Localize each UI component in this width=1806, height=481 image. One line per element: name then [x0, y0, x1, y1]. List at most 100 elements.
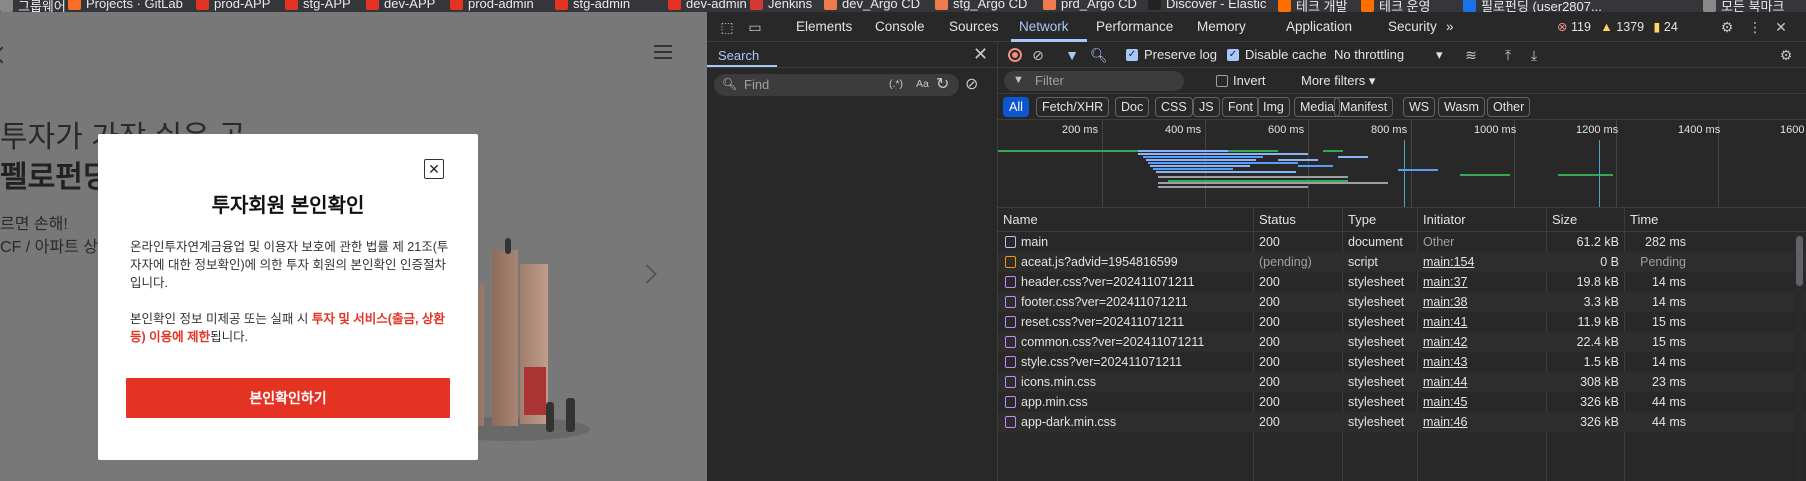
bookmark-item[interactable]: dev-admin: [668, 0, 747, 11]
cell-status: 200: [1259, 275, 1280, 289]
cell-initiator[interactable]: main:41: [1423, 315, 1547, 329]
search-network-icon[interactable]: 🔍︎: [1090, 47, 1108, 63]
search-tab[interactable]: Search: [718, 48, 759, 63]
tab-console[interactable]: Console: [875, 19, 925, 34]
refresh-icon[interactable]: ↻: [936, 74, 949, 94]
cell-initiator[interactable]: main:45: [1423, 395, 1547, 409]
filter-chip-css[interactable]: CSS: [1155, 97, 1193, 117]
filter-chip-img[interactable]: Img: [1257, 97, 1290, 117]
export-har-icon[interactable]: ⤓: [1526, 47, 1542, 63]
bookmark-item[interactable]: stg-APP: [285, 0, 351, 11]
tab-security[interactable]: Security: [1388, 19, 1437, 34]
cell-size: 61.2 kB: [1576, 235, 1619, 249]
record-icon[interactable]: [1008, 48, 1022, 62]
tab-memory[interactable]: Memory: [1197, 19, 1246, 34]
bookmark-item[interactable]: 테크 운영: [1361, 0, 1430, 12]
filter-input[interactable]: ▼ Filter: [1004, 71, 1184, 91]
more-tabs-icon[interactable]: »: [1446, 19, 1454, 34]
bookmark-item[interactable]: stg-admin: [555, 0, 630, 11]
filter-chip-font[interactable]: Font: [1222, 97, 1260, 117]
bookmark-item[interactable]: Discover - Elastic: [1148, 0, 1266, 11]
table-row[interactable]: header.css?ver=202411071211 200 stylesheet…: [998, 272, 1806, 292]
search-input[interactable]: 🔍︎ Find (.*) Aa: [714, 74, 959, 96]
bookmark-item[interactable]: 필로펀딩 (user2807...: [1463, 0, 1602, 12]
bookmark-item[interactable]: 그룹웨어: [0, 0, 66, 12]
tab-sources[interactable]: Sources: [949, 19, 999, 34]
tab-performance[interactable]: Performance: [1096, 19, 1173, 34]
cell-initiator[interactable]: main:37: [1423, 275, 1547, 289]
table-row[interactable]: common.css?ver=202411071211 200 stylesheet…: [998, 332, 1806, 352]
close-icon[interactable]: ✕: [424, 159, 444, 179]
table-row[interactable]: reset.css?ver=202411071211 200 stylesheet m…: [998, 312, 1806, 332]
network-conditions-icon[interactable]: ≋: [1463, 47, 1479, 63]
tab-elements[interactable]: Elements: [796, 19, 852, 34]
more-filters-dropdown[interactable]: More filters ▾: [1301, 73, 1375, 89]
filter-chip-ws[interactable]: WS: [1403, 97, 1436, 117]
table-row[interactable]: style.css?ver=202411071211 200 stylesheet m…: [998, 352, 1806, 372]
cell-initiator[interactable]: main:44: [1423, 375, 1547, 389]
disable-cache-checkbox[interactable]: ✓: [1227, 49, 1239, 61]
filter-chip-other[interactable]: Other: [1487, 97, 1531, 117]
column-header-name[interactable]: Name: [1003, 212, 1038, 227]
menu-icon[interactable]: [654, 45, 672, 59]
cell-time: 14 ms: [1651, 295, 1686, 309]
clear-icon[interactable]: ⊘: [965, 74, 978, 94]
filter-chip-manifest[interactable]: Manifest: [1334, 97, 1394, 117]
filter-chip-doc[interactable]: Doc: [1115, 97, 1150, 117]
filter-chip-wasm[interactable]: Wasm: [1438, 97, 1485, 117]
table-row[interactable]: main 200 document Other 61.2 kB 282 ms: [998, 232, 1806, 252]
table-row[interactable]: icons.min.css 200 stylesheet main:44 308 kB 2…: [998, 372, 1806, 392]
cell-initiator[interactable]: main:38: [1423, 295, 1547, 309]
filter-chip-js[interactable]: JS: [1193, 97, 1220, 117]
column-header-size[interactable]: Size: [1552, 212, 1577, 227]
column-header-initiator[interactable]: Initiator: [1423, 212, 1466, 227]
close-search-icon[interactable]: ✕: [973, 44, 988, 65]
column-header-status[interactable]: Status: [1259, 212, 1296, 227]
table-row[interactable]: app-dark.min.css 200 stylesheet main:46 326 …: [998, 412, 1806, 432]
bookmark-item[interactable]: 모든 북마크: [1703, 0, 1784, 12]
tab-application[interactable]: Application: [1286, 19, 1352, 34]
bookmark-item[interactable]: stg_Argo CD: [935, 0, 1027, 11]
filter-chip-all[interactable]: All: [1003, 97, 1029, 117]
error-count[interactable]: ⊗ 119 ▲ 1379 ▮ 24: [1557, 19, 1678, 34]
table-row[interactable]: aceat.js?advid=1954816599 (pending) script…: [998, 252, 1806, 272]
chevron-down-icon[interactable]: ▾: [1436, 47, 1443, 63]
device-toolbar-icon[interactable]: ▭: [747, 19, 763, 35]
settings-icon[interactable]: ⚙: [1719, 19, 1735, 35]
regex-toggle[interactable]: (.*): [889, 78, 903, 90]
close-devtools-icon[interactable]: ✕: [1773, 19, 1789, 35]
cell-initiator[interactable]: main:46: [1423, 415, 1547, 429]
throttling-select[interactable]: No throttling: [1334, 47, 1404, 62]
bookmark-favicon-icon: [285, 0, 298, 10]
bookmark-item[interactable]: prod-admin: [450, 0, 534, 11]
bookmark-item[interactable]: dev-APP: [366, 0, 435, 11]
column-header-time[interactable]: Time: [1630, 212, 1658, 227]
bookmark-item[interactable]: dev_Argo CD: [824, 0, 920, 11]
bookmark-item[interactable]: 테크 개발: [1278, 0, 1347, 12]
more-options-icon[interactable]: ⋮: [1747, 19, 1763, 35]
cell-initiator[interactable]: main:42: [1423, 335, 1547, 349]
cell-initiator[interactable]: main:43: [1423, 355, 1547, 369]
match-case-toggle[interactable]: Aa: [916, 78, 929, 90]
preserve-log-checkbox[interactable]: ✓: [1126, 49, 1138, 61]
carousel-next-icon[interactable]: [637, 264, 657, 284]
filter-chip-fetch-xhr[interactable]: Fetch/XHR: [1036, 97, 1110, 117]
filter-icon[interactable]: ▼: [1064, 47, 1080, 63]
invert-checkbox[interactable]: [1216, 75, 1228, 87]
clear-log-icon[interactable]: ⊘: [1030, 47, 1046, 63]
column-header-type[interactable]: Type: [1348, 212, 1376, 227]
table-scrollbar[interactable]: [1794, 232, 1804, 481]
network-settings-icon[interactable]: ⚙: [1778, 47, 1794, 63]
back-arrow-icon[interactable]: [0, 46, 11, 64]
verify-identity-button[interactable]: 본인확인하기: [126, 378, 450, 418]
cell-initiator[interactable]: main:154: [1423, 255, 1547, 269]
tab-network[interactable]: Network: [1019, 19, 1069, 34]
bookmark-item[interactable]: prod-APP: [196, 0, 270, 11]
bookmark-item[interactable]: Jenkins: [750, 0, 812, 11]
import-har-icon[interactable]: ⤒: [1500, 47, 1516, 63]
inspect-element-icon[interactable]: ⬚: [719, 19, 735, 35]
bookmark-item[interactable]: Projects · GitLab: [68, 0, 183, 11]
table-row[interactable]: footer.css?ver=202411071211 200 stylesheet…: [998, 292, 1806, 312]
table-row[interactable]: app.min.css 200 stylesheet main:45 326 kB 44 …: [998, 392, 1806, 412]
bookmark-item[interactable]: prd_Argo CD: [1043, 0, 1137, 11]
